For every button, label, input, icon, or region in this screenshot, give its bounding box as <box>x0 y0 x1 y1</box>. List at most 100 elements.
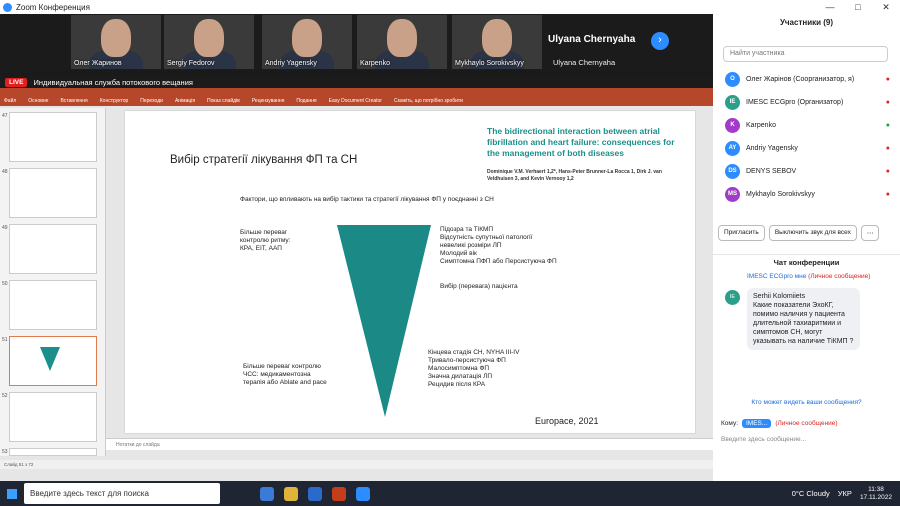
rhythm-factors-list: Підозра та ТіКМП Відсутність супутньої п… <box>440 226 557 265</box>
ribbon-tab: Easy Document Creator <box>328 98 382 104</box>
chat-sender: IMESC ECGpro мне (Личное сообщение) <box>747 273 870 280</box>
video-strip: Олег Жаринов Sergiy Fedorov Andriy Yagen… <box>0 14 713 70</box>
avatar: MS <box>725 187 740 202</box>
speaker-name-large: Ulyana Chernyaha <box>548 34 636 45</box>
mic-muted-icon: ● <box>885 99 890 106</box>
triangle-graphic <box>337 225 431 417</box>
explorer-icon[interactable] <box>284 486 298 501</box>
invite-button[interactable]: Пригласить <box>718 225 765 241</box>
start-button[interactable] <box>0 481 24 506</box>
live-service-label[interactable]: Индивидуальная служба потокового вещания <box>33 78 193 87</box>
participant-name: IMESC ECGpro (Организатор) <box>746 99 844 106</box>
sender-name: IMESC ECGpro мне <box>747 273 807 280</box>
participant-name: Mykhaylo Sorokivskyy <box>746 191 815 198</box>
participant-search-input[interactable]: Найти участника <box>723 46 888 62</box>
avatar: IE <box>725 290 740 305</box>
video-tile[interactable]: Mykhaylo Sorokivskyy <box>452 15 542 69</box>
participant-name: Олег Жарінов (Соорганизатор, я) <box>746 76 855 83</box>
slide-thumbnail: 52 <box>2 392 97 442</box>
ribbon-tab: Переходи <box>140 98 163 104</box>
rate-factors-list: Кінцева стадія СН, NYHA III-IV Тривало-п… <box>428 349 520 388</box>
current-slide: Вибір стратегії лікування ФП та СН The b… <box>124 110 696 434</box>
ribbon-tab: Рецензування <box>251 98 285 104</box>
zoom-window: Zoom Конференция — □ ✕ Олег Жаринов Serg… <box>0 0 900 506</box>
participant-name: Andriy Yagensky <box>746 145 798 152</box>
clock[interactable]: 11:38 17.11.2022 <box>860 486 892 502</box>
avatar: DS <box>725 164 740 179</box>
slide-thumbnail-selected: 51 <box>2 336 97 386</box>
edge-icon[interactable] <box>260 486 274 501</box>
slide-thumbnail: 47 <box>2 112 97 162</box>
mini-triangle-icon <box>40 347 60 371</box>
shared-screen: Файл Основне Вставлення Конструктор Пере… <box>0 88 713 481</box>
language-indicator[interactable]: УКР <box>838 489 852 498</box>
participant-item[interactable]: IE IMESC ECGpro (Организатор) ● <box>713 91 900 114</box>
live-bar: LIVE Индивидуальная служба потокового ве… <box>0 76 713 88</box>
participant-item[interactable]: DS DENYS SEBOV ● <box>713 160 900 183</box>
slide-thumbnails: 47 48 49 50 51 52 53 <box>0 108 106 456</box>
rhythm-control-text: Більше переваг контролю ритму: КРА, ЕІТ,… <box>240 229 291 252</box>
who-can-see-link[interactable]: Кто может видеть ваши сообщения? <box>713 399 900 406</box>
slide-title: Вибір стратегії лікування ФП та СН <box>170 154 358 166</box>
ribbon-search: Скажіть, що потрібно зробити <box>393 98 463 104</box>
slide-thumbnail: 48 <box>2 168 97 218</box>
participants-list: О Олег Жарінов (Соорганизатор, я) ● IE IMES… <box>713 68 900 206</box>
mic-muted-icon: ● <box>885 191 890 198</box>
slide-thumbnail: 53 <box>2 448 97 456</box>
recipient-select[interactable]: IMES... <box>742 419 772 428</box>
avatar: О <box>725 72 740 87</box>
participant-item[interactable]: K Karpenko ● <box>713 114 900 137</box>
next-page-button[interactable]: › <box>651 32 669 50</box>
participant-name: DENYS SEBOV <box>746 168 797 175</box>
to-label: Кому: <box>721 420 738 427</box>
ribbon-tab: Основне <box>28 98 49 104</box>
avatar: AY <box>725 141 740 156</box>
factors-text: Фактори, що впливають на вибір тактики т… <box>240 196 494 203</box>
more-button[interactable]: ⋯ <box>860 225 880 241</box>
video-name: Karpenko <box>360 60 390 67</box>
speaker-name-small: Ulyana Chernyaha <box>553 58 616 67</box>
video-name: Sergiy Fedorov <box>167 60 215 67</box>
ribbon-tab: Конструктор <box>99 98 129 104</box>
video-tile[interactable]: Олег Жаринов <box>71 15 161 69</box>
video-tile[interactable]: Andriy Yagensky <box>262 15 352 69</box>
private-label: (Личное сообщение) <box>808 273 871 280</box>
minimize-icon[interactable]: — <box>816 2 844 13</box>
source-citation: Europace, 2021 <box>535 416 599 426</box>
mic-icon: ● <box>885 122 890 129</box>
close-icon[interactable]: ✕ <box>872 2 900 13</box>
side-panel: Участники (9) Найти участника О Олег Жарі… <box>713 14 900 481</box>
title-bar: Zoom Конференция — □ ✕ <box>0 0 900 14</box>
participant-item[interactable]: MS Mykhaylo Sorokivskyy ● <box>713 183 900 206</box>
participant-item[interactable]: AY Andriy Yagensky ● <box>713 137 900 160</box>
patient-choice-text: Вибір (перевага) пацієнта <box>440 283 518 290</box>
article-authors: Dominique V.M. Verhaert 1,2*, Hans-Peter… <box>487 169 662 182</box>
ribbon-tab: Файл <box>4 98 17 104</box>
ppt-status-bar: Слайд 51 з 72 <box>0 460 713 469</box>
zoom-icon[interactable] <box>356 486 370 501</box>
video-tile[interactable]: Sergiy Fedorov <box>164 15 254 69</box>
powerpoint-icon[interactable] <box>332 486 346 501</box>
weather-label[interactable]: 0°C Cloudy <box>792 489 830 498</box>
taskbar-search-input[interactable]: Введите здесь текст для поиска <box>24 483 220 504</box>
ppt-ribbon: Файл Основне Вставлення Конструктор Пере… <box>0 96 713 106</box>
maximize-icon[interactable]: □ <box>844 2 872 13</box>
chat-input[interactable]: Введите здесь сообщение... <box>721 436 806 443</box>
taskbar: Введите здесь текст для поиска 0°C Cloud… <box>0 481 900 506</box>
mic-muted-icon: ● <box>885 145 890 152</box>
chat-header: Чат конференции <box>713 254 900 267</box>
private-label: (Личное сообщение) <box>775 420 838 427</box>
mic-muted-icon: ● <box>885 168 890 175</box>
participants-header: Участники (9) <box>779 18 834 27</box>
participant-item[interactable]: О Олег Жарінов (Соорганизатор, я) ● <box>713 68 900 91</box>
video-name: Andriy Yagensky <box>265 60 317 67</box>
dropbox-icon[interactable] <box>308 486 322 501</box>
recipient-row: Кому: IMES... (Личное сообщение) <box>721 419 838 428</box>
video-tile[interactable]: Karpenko <box>357 15 447 69</box>
video-name: Олег Жаринов <box>74 60 122 67</box>
mute-all-button[interactable]: Выключить звук для всех <box>768 225 857 241</box>
windows-icon <box>7 488 17 499</box>
live-badge[interactable]: LIVE <box>5 77 28 87</box>
zoom-icon <box>3 2 12 12</box>
ribbon-tab: Подання <box>296 98 317 104</box>
